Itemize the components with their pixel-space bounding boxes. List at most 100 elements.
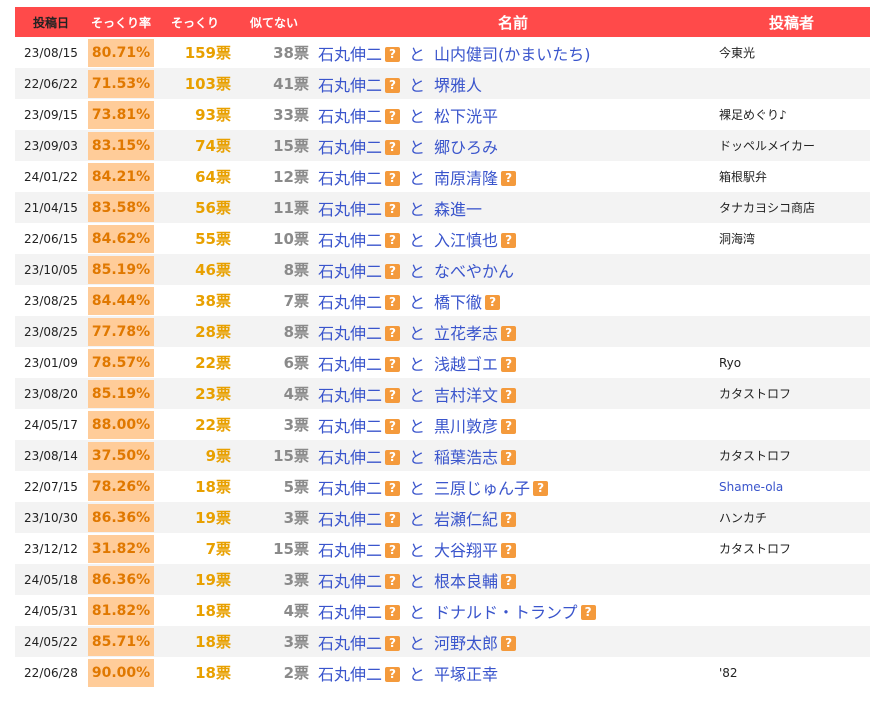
person-right-link[interactable]: 南原清隆 [434,169,498,188]
person-right-link[interactable]: ドナルド・トランプ [434,603,578,622]
person-right-link[interactable]: 堺雅人 [434,76,482,95]
help-icon[interactable]: ? [385,418,401,434]
header-date[interactable]: 投稿日 [15,7,87,37]
table-row[interactable]: 22/06/28 90.00% 18票 2票 石丸伸二? と平塚正幸 '82 [15,657,870,688]
help-icon[interactable]: ? [501,232,517,248]
person-left-link[interactable]: 石丸伸二 [318,262,382,281]
person-left-link[interactable]: 石丸伸二 [318,541,382,560]
help-icon[interactable]: ? [385,325,401,341]
table-row[interactable]: 23/12/12 31.82% 7票 15票 石丸伸二? と大谷翔平? カタストロフ [15,533,870,564]
person-right-link[interactable]: 根本良輔 [434,572,498,591]
table-row[interactable]: 24/05/31 81.82% 18票 4票 石丸伸二? とドナルド・トランプ? [15,595,870,626]
table-row[interactable]: 23/10/30 86.36% 19票 3票 石丸伸二? と岩瀬仁紀? ハンカチ [15,502,870,533]
person-left-link[interactable]: 石丸伸二 [318,45,382,64]
person-right-link[interactable]: 稲葉浩志 [434,448,498,467]
person-right-link[interactable]: 立花孝志 [434,324,498,343]
help-icon[interactable]: ? [385,356,401,372]
table-row[interactable]: 23/08/25 84.44% 38票 7票 石丸伸二? と橋下徹? [15,285,870,316]
help-icon[interactable]: ? [385,232,401,248]
help-icon[interactable]: ? [501,418,517,434]
table-row[interactable]: 23/09/03 83.15% 74票 15票 石丸伸二? と郷ひろみ ドッペルメイカー [15,130,870,161]
table-row[interactable]: 22/06/22 71.53% 103票 41票 石丸伸二? と堺雅人 [15,68,870,99]
person-left-link[interactable]: 石丸伸二 [318,293,382,312]
help-icon[interactable]: ? [385,666,401,682]
person-left-link[interactable]: 石丸伸二 [318,448,382,467]
help-icon[interactable]: ? [533,480,549,496]
help-icon[interactable]: ? [501,511,517,527]
person-right-link[interactable]: 河野太郎 [434,634,498,653]
help-icon[interactable]: ? [385,170,401,186]
person-left-link[interactable]: 石丸伸二 [318,386,382,405]
help-icon[interactable]: ? [485,294,501,310]
help-icon[interactable]: ? [580,604,596,620]
header-name[interactable]: 名前 [313,7,713,37]
person-right-link[interactable]: 黒川敦彦 [434,417,498,436]
person-right-link[interactable]: 森進一 [434,200,482,219]
person-left-link[interactable]: 石丸伸二 [318,634,382,653]
person-right-link[interactable]: 橋下徹 [434,293,482,312]
person-left-link[interactable]: 石丸伸二 [318,355,382,374]
help-icon[interactable]: ? [385,573,401,589]
table-row[interactable]: 23/10/05 85.19% 46票 8票 石丸伸二? となべやかん [15,254,870,285]
table-row[interactable]: 23/08/25 77.78% 28票 8票 石丸伸二? と立花孝志? [15,316,870,347]
help-icon[interactable]: ? [501,573,517,589]
table-row[interactable]: 24/05/18 86.36% 19票 3票 石丸伸二? と根本良輔? [15,564,870,595]
person-left-link[interactable]: 石丸伸二 [318,665,382,684]
help-icon[interactable]: ? [385,387,401,403]
person-left-link[interactable]: 石丸伸二 [318,603,382,622]
help-icon[interactable]: ? [501,356,517,372]
person-left-link[interactable]: 石丸伸二 [318,107,382,126]
person-right-link[interactable]: 平塚正幸 [434,665,498,684]
header-poster[interactable]: 投稿者 [713,7,870,37]
table-row[interactable]: 22/07/15 78.26% 18票 5票 石丸伸二? と三原じゅん子? Shame-ol… [15,471,870,502]
person-right-link[interactable]: 郷ひろみ [434,138,498,157]
help-icon[interactable]: ? [385,449,401,465]
person-right-link[interactable]: 入江慎也 [434,231,498,250]
help-icon[interactable]: ? [501,542,517,558]
help-icon[interactable]: ? [385,542,401,558]
poster-name[interactable]: Shame-ola [719,480,783,494]
table-row[interactable]: 24/05/17 88.00% 22票 3票 石丸伸二? と黒川敦彦? [15,409,870,440]
header-votes[interactable]: そっくり [155,7,235,37]
table-row[interactable]: 23/08/20 85.19% 23票 4票 石丸伸二? と吉村洋文? カタストロフ [15,378,870,409]
header-not-alike[interactable]: 似てない [235,7,313,37]
person-left-link[interactable]: 石丸伸二 [318,231,382,250]
help-icon[interactable]: ? [385,77,401,93]
help-icon[interactable]: ? [385,604,401,620]
person-left-link[interactable]: 石丸伸二 [318,324,382,343]
help-icon[interactable]: ? [501,449,517,465]
person-left-link[interactable]: 石丸伸二 [318,510,382,529]
person-left-link[interactable]: 石丸伸二 [318,572,382,591]
person-right-link[interactable]: 山内健司(かまいたち) [434,45,591,64]
table-row[interactable]: 23/01/09 78.57% 22票 6票 石丸伸二? と浅越ゴエ? Ryo [15,347,870,378]
person-right-link[interactable]: 浅越ゴエ [434,355,498,374]
help-icon[interactable]: ? [501,387,517,403]
person-right-link[interactable]: 吉村洋文 [434,386,498,405]
person-left-link[interactable]: 石丸伸二 [318,200,382,219]
table-row[interactable]: 23/08/14 37.50% 9票 15票 石丸伸二? と稲葉浩志? カタストロフ [15,440,870,471]
table-row[interactable]: 23/09/15 73.81% 93票 33票 石丸伸二? と松下洸平 裸足めぐり♪ [15,99,870,130]
person-left-link[interactable]: 石丸伸二 [318,479,382,498]
help-icon[interactable]: ? [385,511,401,527]
person-left-link[interactable]: 石丸伸二 [318,138,382,157]
help-icon[interactable]: ? [385,201,401,217]
help-icon[interactable]: ? [501,325,517,341]
table-row[interactable]: 24/01/22 84.21% 64票 12票 石丸伸二? と南原清隆? 箱根駅弁 [15,161,870,192]
help-icon[interactable]: ? [385,635,401,651]
table-row[interactable]: 24/05/22 85.71% 18票 3票 石丸伸二? と河野太郎? [15,626,870,657]
help-icon[interactable]: ? [385,108,401,124]
person-left-link[interactable]: 石丸伸二 [318,417,382,436]
person-right-link[interactable]: なべやかん [434,262,514,281]
help-icon[interactable]: ? [501,170,517,186]
table-row[interactable]: 22/06/15 84.62% 55票 10票 石丸伸二? と入江慎也? 洞海湾 [15,223,870,254]
person-left-link[interactable]: 石丸伸二 [318,76,382,95]
person-right-link[interactable]: 三原じゅん子 [434,479,530,498]
help-icon[interactable]: ? [385,139,401,155]
help-icon[interactable]: ? [501,635,517,651]
table-row[interactable]: 23/08/15 80.71% 159票 38票 石丸伸二? と山内健司(かまいたち) 今東… [15,37,870,68]
header-rate[interactable]: そっくり率 [87,7,155,37]
table-row[interactable]: 21/04/15 83.58% 56票 11票 石丸伸二? と森進一 タナカヨシコ商店 [15,192,870,223]
help-icon[interactable]: ? [385,480,401,496]
person-right-link[interactable]: 岩瀬仁紀 [434,510,498,529]
person-left-link[interactable]: 石丸伸二 [318,169,382,188]
